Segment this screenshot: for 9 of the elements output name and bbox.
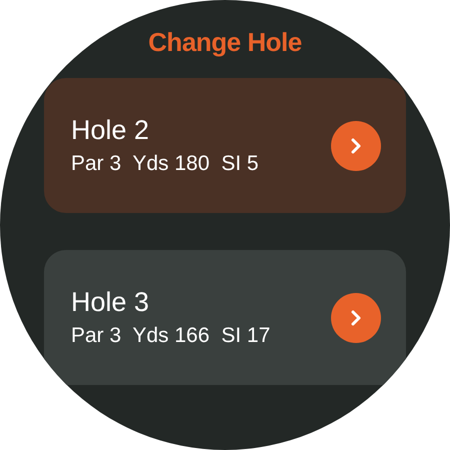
next-button[interactable]	[331, 120, 381, 170]
hole-card[interactable]: Hole 2 Par 3 Yds 180 SI 5	[44, 78, 406, 213]
hole-name: Hole 2	[71, 115, 150, 146]
hole-card[interactable]: Hole 3 Par 3 Yds 166 SI 17	[44, 250, 406, 385]
hole-details: Par 3 Yds 180 SI 5	[71, 152, 259, 176]
next-button[interactable]	[331, 292, 381, 342]
screen-title: Change Hole	[148, 27, 302, 58]
hole-details: Par 3 Yds 166 SI 17	[71, 324, 270, 348]
hole-name: Hole 3	[71, 287, 150, 318]
